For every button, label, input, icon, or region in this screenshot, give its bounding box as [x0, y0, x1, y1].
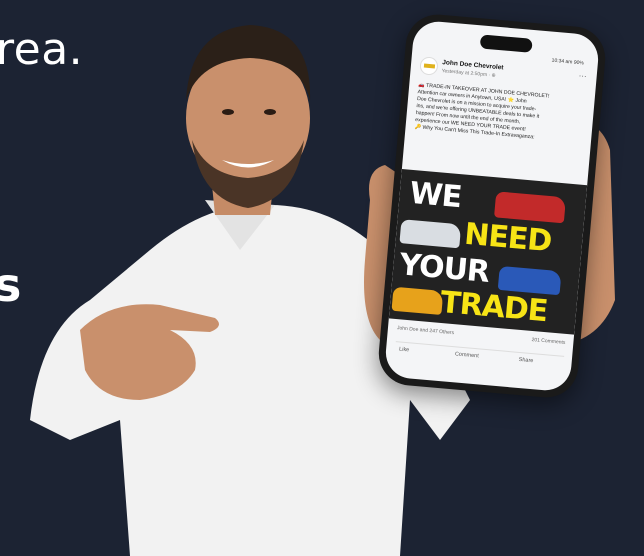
orange-suv-image	[391, 286, 444, 315]
like-button[interactable]: Like	[399, 346, 410, 353]
white-suv-image	[399, 219, 462, 249]
comment-count[interactable]: 201 Comments	[531, 337, 565, 346]
share-button[interactable]: Share	[518, 357, 533, 364]
comment-button[interactable]: Comment	[455, 351, 479, 359]
more-options-icon[interactable]: ···	[578, 71, 587, 81]
ad-word-we: WE	[408, 175, 463, 216]
ad-word-your: YOUR	[398, 247, 491, 290]
phone-screen: 10:34 am 90% John Doe Chevrolet Yesterda…	[383, 19, 601, 393]
reaction-count[interactable]: John Doe and 247 Others	[397, 325, 455, 336]
chevrolet-logo-icon[interactable]	[419, 56, 439, 76]
dynamic-island	[479, 34, 533, 53]
ad-image[interactable]: WE NEED YOUR TRADE	[388, 169, 588, 335]
smartphone: 10:34 am 90% John Doe Chevrolet Yesterda…	[376, 11, 608, 401]
post-actions: Like Comment Share	[394, 341, 565, 368]
red-truck-image	[494, 191, 567, 224]
